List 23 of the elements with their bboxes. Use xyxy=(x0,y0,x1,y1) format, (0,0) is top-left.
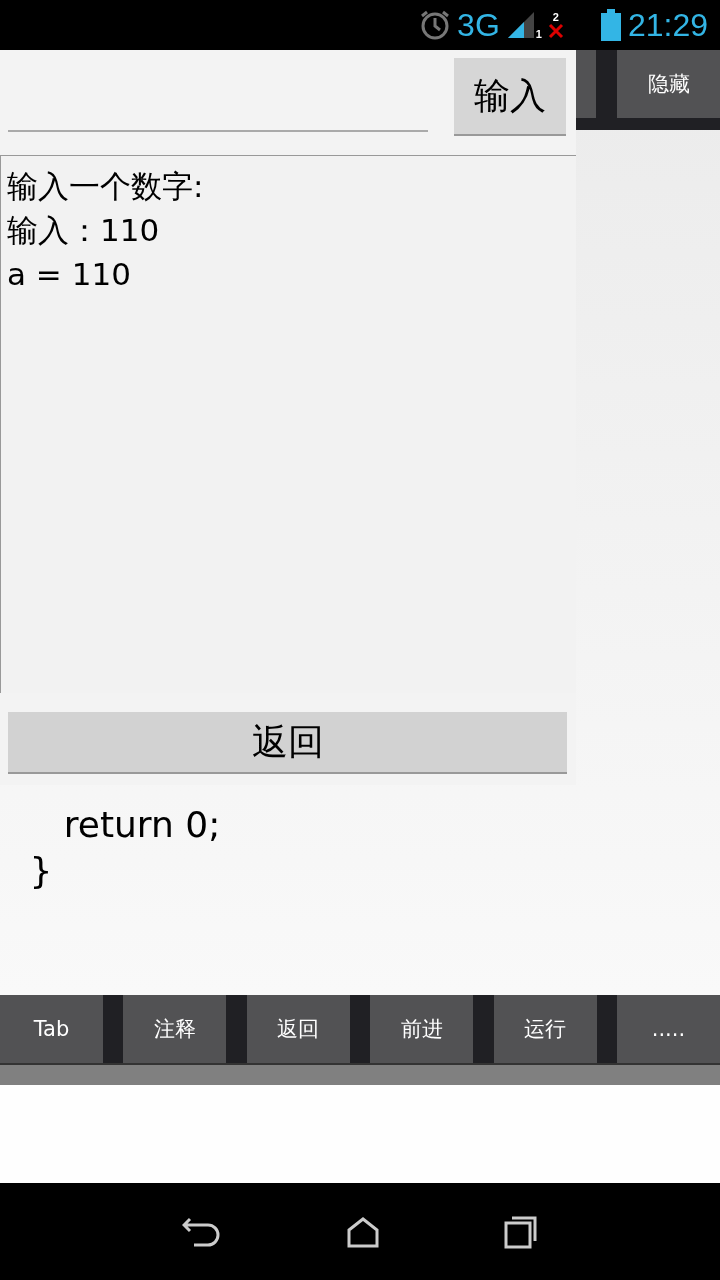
sim-label: 1 xyxy=(535,29,542,40)
toolbar-button[interactable]: 注释 xyxy=(123,995,227,1063)
toolbar-button[interactable]: Tab xyxy=(0,995,103,1063)
output-line: 输入：110 xyxy=(7,211,161,250)
code-line: } xyxy=(28,849,54,893)
network-type: 3G xyxy=(457,6,500,44)
alarm-icon xyxy=(419,9,452,41)
output-line: a = 110 xyxy=(7,255,132,294)
input-button[interactable]: 输入 xyxy=(454,58,566,136)
battery-icon xyxy=(599,9,622,41)
toolbar-button[interactable]: 返回 xyxy=(246,995,350,1063)
clock: 21:29 xyxy=(627,6,708,44)
code-line: return 0; xyxy=(62,803,221,847)
output-line: 输入一个数字: xyxy=(7,167,205,206)
home-icon[interactable] xyxy=(346,1215,380,1248)
toolbar-button[interactable]: 运行 xyxy=(493,995,597,1063)
back-button[interactable]: 返回 xyxy=(8,712,567,774)
sim-label: 2 xyxy=(552,11,559,23)
hide-button[interactable]: 隐藏 xyxy=(617,50,720,118)
recent-apps-icon[interactable] xyxy=(504,1214,538,1249)
no-signal-icon xyxy=(547,22,564,39)
toolbar-button[interactable]: ..... xyxy=(616,995,720,1063)
toolbar-button[interactable]: 前进 xyxy=(370,995,474,1063)
